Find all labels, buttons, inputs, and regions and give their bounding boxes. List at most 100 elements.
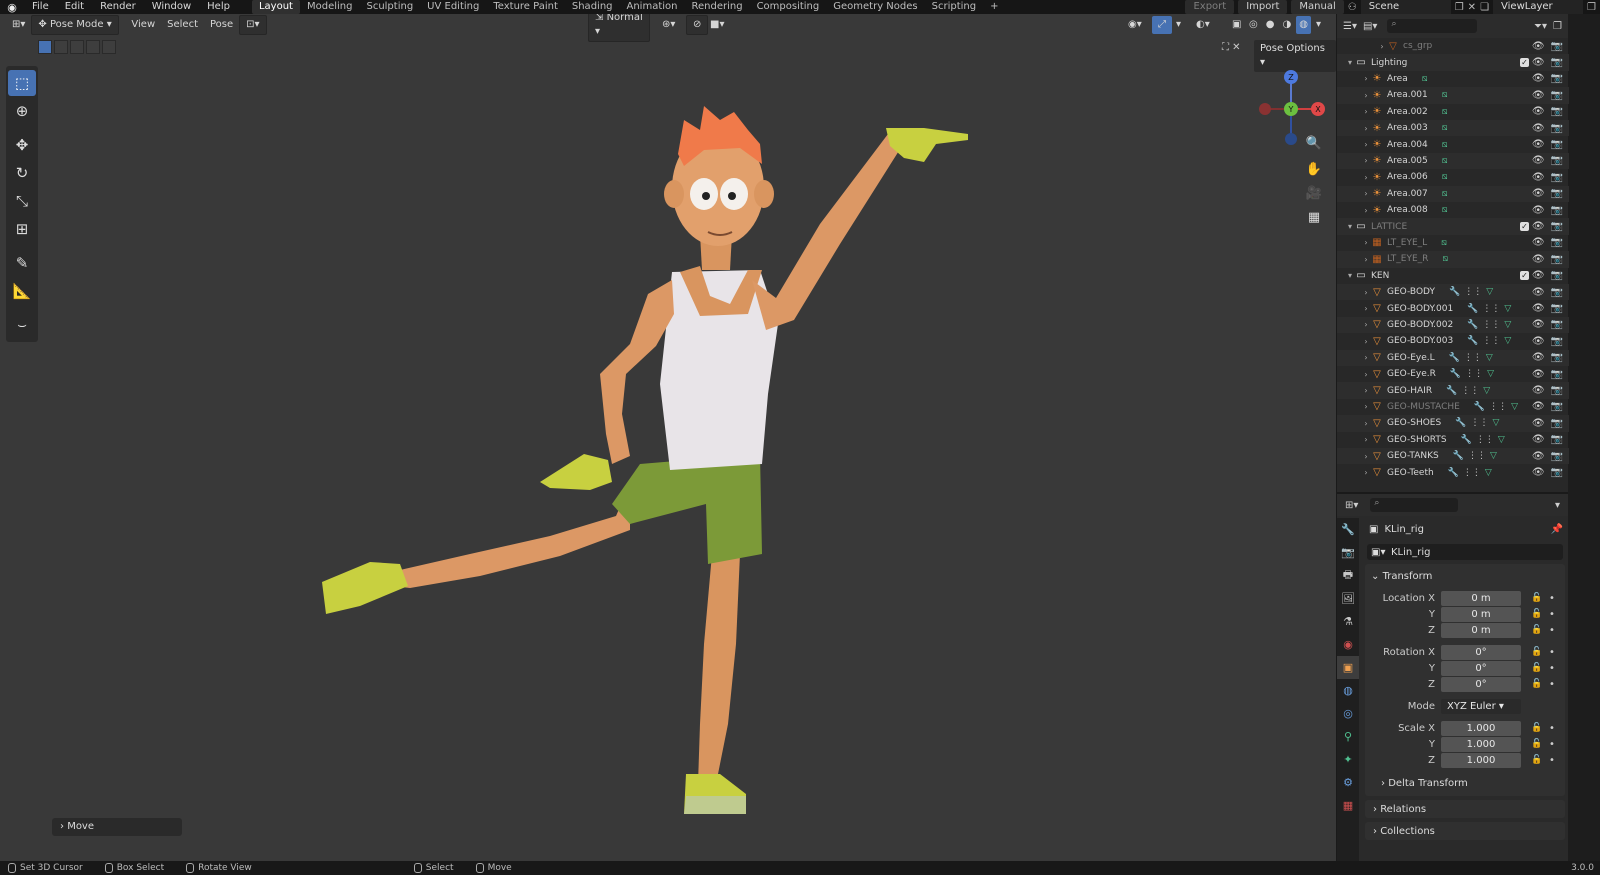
lock-icon[interactable]: 🔓 bbox=[1531, 609, 1542, 619]
outliner-row[interactable]: › ☀ Area.001 ⧅ 👁 📷 bbox=[1337, 87, 1569, 104]
outliner-editor-icon[interactable]: ☰▾ bbox=[1343, 21, 1357, 32]
select-new-icon[interactable] bbox=[38, 40, 52, 54]
outliner-row[interactable]: ▾ ▭ KEN ✓ 👁 📷 bbox=[1337, 268, 1569, 284]
pan-hand-icon[interactable]: ✋ bbox=[1303, 158, 1325, 180]
eye-icon[interactable]: 👁 bbox=[1532, 385, 1545, 396]
vertex-groups-icon[interactable]: ⋮⋮ bbox=[1464, 353, 1482, 363]
outliner-row[interactable]: › ☀ Area.004 ⧅ 👁 📷 bbox=[1337, 136, 1569, 152]
camera-render-icon[interactable]: 📷 bbox=[1551, 418, 1563, 429]
expand-arrow-icon[interactable]: › bbox=[1361, 124, 1371, 133]
output-tab-icon[interactable]: 🖶 bbox=[1337, 564, 1359, 587]
camera-render-icon[interactable]: 📷 bbox=[1551, 41, 1563, 52]
rotation-y-field[interactable]: 0° bbox=[1441, 660, 1521, 676]
scale-y-field[interactable]: 1.000 bbox=[1441, 736, 1521, 752]
vertex-groups-icon[interactable]: ⋮⋮ bbox=[1461, 386, 1479, 396]
copy-scene-icon[interactable]: ❐ bbox=[1455, 2, 1464, 13]
outliner-row[interactable]: › ▽ cs_grp 👁 📷 bbox=[1337, 38, 1569, 54]
keyframe-dot-icon[interactable]: • bbox=[1549, 609, 1555, 620]
camera-render-icon[interactable]: 📷 bbox=[1551, 139, 1563, 150]
camera-render-icon[interactable]: 📷 bbox=[1551, 434, 1563, 445]
properties-menu-icon[interactable]: ▾ bbox=[1555, 500, 1560, 511]
location-z-field[interactable]: 0 m bbox=[1441, 622, 1521, 638]
lock-icon[interactable]: 🔓 bbox=[1531, 755, 1542, 765]
object-data-icon[interactable]: ⧅ bbox=[1442, 189, 1448, 199]
outliner-row[interactable]: › ▽ GEO-BODY.002 🔧 ⋮⋮ ▽ 👁 📷 bbox=[1337, 316, 1569, 334]
vertex-groups-icon[interactable]: ⋮⋮ bbox=[1470, 418, 1488, 428]
keyframe-dot-icon[interactable]: • bbox=[1549, 739, 1555, 750]
select-invert-icon[interactable] bbox=[86, 40, 100, 54]
select-extend-icon[interactable] bbox=[54, 40, 68, 54]
object-data-icon[interactable]: ⧅ bbox=[1442, 156, 1448, 166]
eye-icon[interactable]: 👁 bbox=[1532, 172, 1545, 183]
eye-icon[interactable]: 👁 bbox=[1532, 352, 1545, 363]
vertex-groups-icon[interactable]: ⋮⋮ bbox=[1482, 336, 1500, 346]
menu-help[interactable]: Help bbox=[199, 0, 238, 14]
expand-arrow-icon[interactable]: › bbox=[1377, 42, 1387, 51]
modifier-icon[interactable]: 🔧 bbox=[1455, 418, 1466, 428]
camera-render-icon[interactable]: 📷 bbox=[1551, 254, 1563, 265]
mode-selector[interactable]: ✥ Pose Mode ▾ bbox=[31, 15, 120, 35]
select-box-tool-icon[interactable]: ⬚ bbox=[8, 70, 36, 96]
eye-icon[interactable]: 👁 bbox=[1532, 221, 1545, 232]
vertex-groups-icon[interactable]: ⋮⋮ bbox=[1489, 402, 1507, 412]
pin-icon[interactable]: 📌 bbox=[1551, 524, 1563, 535]
scene-tab-icon[interactable]: ⚗ bbox=[1337, 610, 1359, 633]
camera-render-icon[interactable]: 📷 bbox=[1551, 123, 1563, 134]
expand-arrow-icon[interactable]: › bbox=[1361, 238, 1371, 247]
menu-render[interactable]: Render bbox=[92, 0, 144, 14]
eye-icon[interactable]: 👁 bbox=[1532, 139, 1545, 150]
outliner-row[interactable]: › ▽ GEO-Teeth 🔧 ⋮⋮ ▽ 👁 📷 bbox=[1337, 464, 1569, 480]
visibility-icon[interactable]: ◉▾ bbox=[1122, 16, 1148, 34]
expand-arrow-icon[interactable]: › bbox=[1361, 370, 1371, 379]
tab-texture-paint[interactable]: Texture Paint bbox=[486, 0, 565, 14]
location-y-field[interactable]: 0 m bbox=[1441, 606, 1521, 622]
expand-arrow-icon[interactable]: › bbox=[1361, 173, 1371, 182]
collapse-arrow-icon[interactable]: ▾ bbox=[1345, 222, 1355, 231]
expand-arrow-icon[interactable]: › bbox=[1361, 255, 1371, 264]
vertex-groups-icon[interactable]: ⋮⋮ bbox=[1482, 304, 1500, 314]
eye-icon[interactable]: 👁 bbox=[1532, 287, 1545, 298]
keyframe-dot-icon[interactable]: • bbox=[1549, 647, 1555, 658]
eye-icon[interactable]: 👁 bbox=[1532, 41, 1545, 52]
camera-render-icon[interactable]: 📷 bbox=[1551, 73, 1563, 84]
outliner-row[interactable]: › ▽ GEO-SHORTS 🔧 ⋮⋮ ▽ 👁 📷 bbox=[1337, 432, 1569, 448]
select-subtract-icon[interactable] bbox=[70, 40, 84, 54]
outliner-row[interactable]: › ▽ GEO-BODY.001 🔧 ⋮⋮ ▽ 👁 📷 bbox=[1337, 300, 1569, 316]
armature-data-tab-icon[interactable]: ✦ bbox=[1337, 748, 1359, 771]
gizmo-toggle-icon[interactable]: ⤢ bbox=[1152, 16, 1172, 34]
tool-tab-icon[interactable]: 🔧 bbox=[1337, 518, 1359, 541]
lock-icon[interactable]: 🔓 bbox=[1531, 679, 1542, 689]
world-tab-icon[interactable]: ◉ bbox=[1337, 633, 1359, 656]
expand-arrow-icon[interactable]: › bbox=[1361, 419, 1371, 428]
expand-arrow-icon[interactable]: › bbox=[1361, 353, 1371, 362]
modifier-icon[interactable]: 🔧 bbox=[1448, 468, 1459, 478]
camera-render-icon[interactable]: 📷 bbox=[1551, 155, 1563, 166]
object-data-icon[interactable]: ⧅ bbox=[1442, 90, 1448, 100]
gizmo-menu-icon[interactable]: ▾ bbox=[1170, 16, 1187, 34]
modifier-icon[interactable]: 🔧 bbox=[1449, 353, 1460, 363]
annotate-tool-icon[interactable]: ✎ bbox=[8, 250, 36, 276]
outliner-row[interactable]: › ▽ GEO-TANKS 🔧 ⋮⋮ ▽ 👁 📷 bbox=[1337, 448, 1569, 465]
lock-icon[interactable]: 🔓 bbox=[1531, 723, 1542, 733]
outliner-row[interactable]: › ☀ Area.002 ⧅ 👁 📷 bbox=[1337, 104, 1569, 120]
mesh-data-icon[interactable]: ▽ bbox=[1492, 418, 1499, 428]
tab-animation[interactable]: Animation bbox=[620, 0, 685, 14]
location-x-field[interactable]: 0 m bbox=[1441, 590, 1521, 606]
cursor-tool-icon[interactable]: ⊕ bbox=[8, 98, 36, 124]
outliner-row[interactable]: › ▦ LT_EYE_L ⧅ 👁 📷 bbox=[1337, 235, 1569, 251]
expand-arrow-icon[interactable]: › bbox=[1361, 402, 1371, 411]
expand-arrow-icon[interactable]: › bbox=[1361, 337, 1371, 346]
3d-viewport[interactable]: ⊞▾ ✥ Pose Mode ▾ View Select Pose ⊡▾ ⇲ N… bbox=[0, 14, 1336, 861]
keyframe-dot-icon[interactable]: • bbox=[1549, 755, 1555, 766]
pose-options-button[interactable]: Pose Options ▾ bbox=[1254, 40, 1336, 72]
editor-type-icon[interactable]: ⊞▾ bbox=[6, 16, 31, 34]
tab-sculpting[interactable]: Sculpting bbox=[359, 0, 420, 14]
mesh-data-icon[interactable]: ▽ bbox=[1487, 369, 1494, 379]
expand-arrow-icon[interactable]: › bbox=[1361, 107, 1371, 116]
mesh-data-icon[interactable]: ▽ bbox=[1498, 435, 1505, 445]
outliner-row[interactable]: › ▽ GEO-Eye.R 🔧 ⋮⋮ ▽ 👁 📷 bbox=[1337, 366, 1569, 382]
outliner-row[interactable]: › ☀ Area.006 ⧅ 👁 📷 bbox=[1337, 169, 1569, 185]
modifier-tab-icon[interactable]: ◍ bbox=[1337, 679, 1359, 702]
camera-render-icon[interactable]: 📷 bbox=[1551, 188, 1563, 199]
camera-render-icon[interactable]: 📷 bbox=[1551, 401, 1563, 412]
